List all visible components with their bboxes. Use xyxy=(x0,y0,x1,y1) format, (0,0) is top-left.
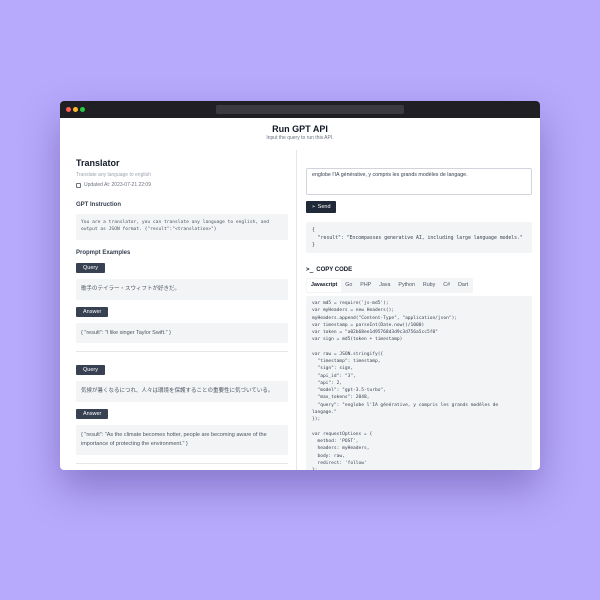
maximize-window-button[interactable] xyxy=(80,107,85,112)
translator-title: Translator xyxy=(76,158,120,168)
calendar-icon xyxy=(76,182,81,188)
address-bar[interactable] xyxy=(216,105,404,114)
tab-python[interactable]: Python xyxy=(394,279,419,292)
close-window-button[interactable] xyxy=(66,107,71,112)
tab-javascript[interactable]: Javascript xyxy=(307,279,342,292)
gpt-instruction-text: You are a translator, you can translate … xyxy=(76,214,288,240)
example-answer-text: { "result": "I like singer Taylor Swift.… xyxy=(76,322,288,344)
page-title: Run GPT API xyxy=(272,124,328,134)
answer-tag: Answer xyxy=(76,306,109,317)
updated-text: Updated At: 2023-07-21 22:09 xyxy=(84,182,151,188)
example-item: Query 気候が暑くなるにつれ、人々は環境を保護することの重要性に気づいている… xyxy=(76,358,288,455)
translator-subtitle: Translate any language to english xyxy=(76,172,151,178)
language-tabs: Javascript Go PHP Java Python Ruby C# Da… xyxy=(306,278,474,293)
terminal-icon: >_ xyxy=(306,266,314,273)
example-answer-text: { "result": "As the climate becomes hott… xyxy=(76,425,288,455)
window-titlebar xyxy=(60,101,540,118)
tab-csharp[interactable]: C# xyxy=(439,279,454,292)
gpt-instruction-label: GPT Instruction xyxy=(76,202,121,208)
example-item: Query 歌手のテイラー・スウィフトが好きだ。 Answer { "resul… xyxy=(76,256,288,344)
minimize-window-button[interactable] xyxy=(73,107,78,112)
updated-timestamp: Updated At: 2023-07-21 22:09 xyxy=(76,182,288,188)
example-separator xyxy=(76,351,288,353)
example-query-text: 気候が暑くなるにつれ、人々は環境を保護することの重要性に気づいている。 xyxy=(76,381,288,403)
code-snippet: var md5 = require('js-md5'); var myHeade… xyxy=(306,296,532,470)
tab-go[interactable]: Go xyxy=(341,279,356,292)
copy-code-header[interactable]: >_ COPY CODE xyxy=(306,266,352,273)
send-button[interactable]: ➣ Send xyxy=(306,201,336,213)
query-tag: Query xyxy=(76,365,105,376)
example-separator xyxy=(76,462,288,464)
query-textarea[interactable]: englobe l'IA générative, y compris les g… xyxy=(306,168,532,195)
browser-window: Run GPT API Input the query to run this … xyxy=(60,101,540,470)
tab-java[interactable]: Java xyxy=(375,279,394,292)
tab-ruby[interactable]: Ruby xyxy=(419,279,439,292)
column-divider xyxy=(296,150,297,470)
result-output: { "result": "Encompasses generative AI, … xyxy=(306,222,532,253)
translator-panel: Translator Translate any language to eng… xyxy=(76,158,288,464)
tab-php[interactable]: PHP xyxy=(356,279,375,292)
send-icon: ➣ xyxy=(311,204,316,210)
send-label: Send xyxy=(317,204,331,210)
tab-dart[interactable]: Dart xyxy=(454,279,472,292)
copy-code-label: COPY CODE xyxy=(316,266,353,273)
page-subtitle: Input the query to run this API. xyxy=(266,135,334,141)
query-tag: Query xyxy=(76,262,105,273)
page-content: Run GPT API Input the query to run this … xyxy=(60,118,540,470)
example-query-text: 歌手のテイラー・スウィフトが好きだ。 xyxy=(76,278,288,300)
answer-tag: Answer xyxy=(76,409,109,420)
